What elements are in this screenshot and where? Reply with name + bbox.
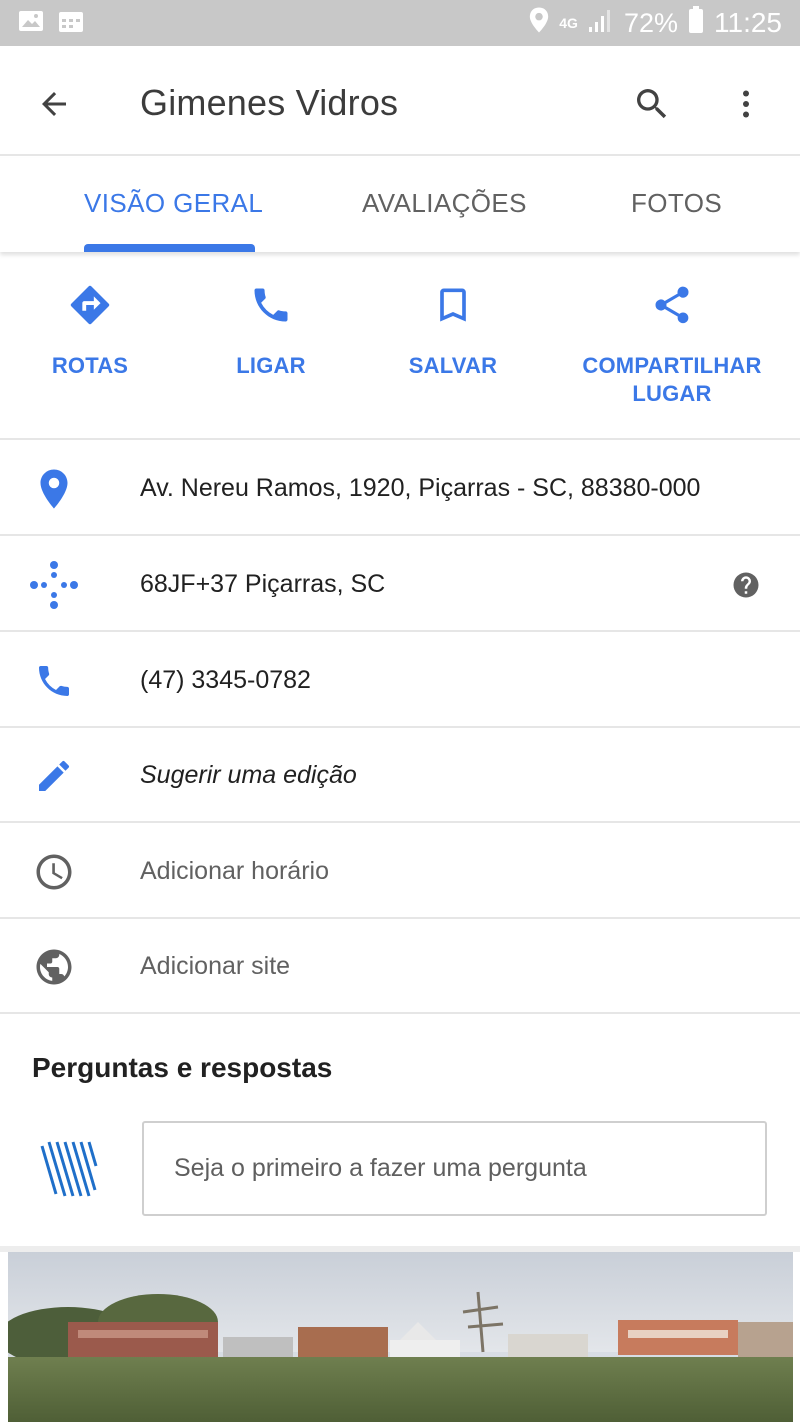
- bookmark-icon: [428, 280, 478, 330]
- action-buttons: ROTAS LIGAR SALVAR COMPARTILHAR LUGAR: [0, 252, 800, 440]
- directions-button[interactable]: ROTAS: [0, 280, 190, 380]
- more-vert-icon: [743, 90, 749, 118]
- phone-icon: [26, 657, 82, 705]
- address-text: Av. Nereu Ramos, 1920, Piçarras - SC, 88…: [140, 474, 701, 502]
- globe-icon: [26, 943, 82, 991]
- tab-photos[interactable]: FOTOS: [631, 188, 722, 219]
- clock: 11:25: [714, 7, 782, 38]
- suggest-edit-text: Sugerir uma edição: [140, 761, 357, 789]
- app-bar: Gimenes Vidros: [0, 46, 800, 156]
- directions-label: ROTAS: [51, 353, 129, 378]
- network-type-label: 4G: [559, 15, 578, 31]
- tab-overview[interactable]: VISÃO GERAL: [84, 188, 263, 219]
- page-title: Gimenes Vidros: [140, 82, 399, 123]
- battery-icon: [688, 5, 704, 41]
- help-icon: [733, 572, 759, 598]
- add-site-row[interactable]: Adicionar site: [0, 919, 800, 1014]
- phone-icon: [246, 280, 296, 330]
- edit-pencil-icon: [26, 752, 82, 800]
- location-status-icon: [529, 6, 549, 41]
- call-label: LIGAR: [236, 353, 306, 378]
- ask-question-input[interactable]: Seja o primeiro a fazer uma pergunta: [142, 1121, 767, 1216]
- help-button[interactable]: [730, 569, 762, 601]
- status-bar: 4G 72% 11:25: [0, 0, 800, 46]
- qa-section-title: Perguntas e respostas: [32, 1052, 333, 1083]
- user-avatar: [38, 1138, 98, 1198]
- phone-text: (47) 3345-0782: [140, 666, 311, 694]
- more-options-button[interactable]: [718, 76, 774, 132]
- add-hours-row[interactable]: Adicionar horário: [0, 824, 800, 919]
- directions-icon: [65, 280, 115, 330]
- add-site-text: Adicionar site: [140, 952, 291, 980]
- clock-icon: [26, 848, 82, 896]
- signal-icon: [588, 7, 614, 40]
- arrow-back-icon: [42, 92, 66, 116]
- tab-reviews[interactable]: AVALIAÇÕES: [362, 188, 527, 219]
- search-icon: [637, 89, 667, 119]
- add-hours-text: Adicionar horário: [140, 857, 329, 885]
- plus-code-text: 68JF+37 Piçarras, SC: [140, 570, 386, 598]
- phone-row[interactable]: (47) 3345-0782: [0, 633, 800, 728]
- plus-code-icon: [26, 561, 82, 609]
- call-button[interactable]: LIGAR: [171, 280, 371, 380]
- share-label: COMPARTILHAR LUGAR: [582, 353, 762, 406]
- location-pin-icon: [26, 465, 82, 513]
- gallery-notification-icon: [18, 10, 44, 37]
- search-button[interactable]: [624, 76, 680, 132]
- calendar-notification-icon: [58, 9, 84, 38]
- tab-bar: VISÃO GERAL AVALIAÇÕES FOTOS: [0, 158, 800, 252]
- save-button[interactable]: SALVAR: [353, 280, 553, 380]
- share-button[interactable]: COMPARTILHAR LUGAR: [572, 280, 772, 408]
- address-row[interactable]: Av. Nereu Ramos, 1920, Piçarras - SC, 88…: [0, 441, 800, 536]
- suggest-edit-row[interactable]: Sugerir uma edição: [0, 728, 800, 823]
- active-tab-indicator: [84, 244, 255, 252]
- share-icon: [647, 280, 697, 330]
- plus-code-row[interactable]: 68JF+37 Piçarras, SC: [0, 537, 800, 632]
- street-view-photo[interactable]: [8, 1252, 793, 1422]
- back-button[interactable]: [26, 76, 82, 132]
- save-label: SALVAR: [408, 353, 498, 378]
- battery-percent: 72%: [623, 7, 678, 38]
